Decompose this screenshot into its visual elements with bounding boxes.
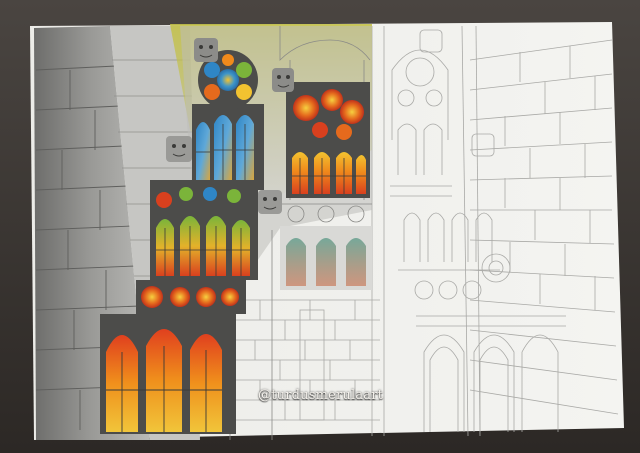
gargoyle-face-top-left bbox=[194, 38, 218, 62]
gargoyle-face-mid-right bbox=[258, 190, 282, 214]
rose-roundel-row bbox=[136, 280, 246, 314]
stained-glass-window-middle-left bbox=[150, 180, 258, 280]
stained-glass-window-lower-left bbox=[100, 314, 236, 434]
stained-glass-window-upper-right bbox=[286, 82, 370, 198]
artist-watermark: @turdusmerulaart bbox=[258, 388, 384, 403]
stained-glass-window-upper-left bbox=[192, 50, 264, 190]
gargoyle-face-mid-left bbox=[166, 136, 192, 162]
painting-scene bbox=[0, 0, 640, 453]
gargoyle-face-top-right bbox=[272, 68, 294, 92]
